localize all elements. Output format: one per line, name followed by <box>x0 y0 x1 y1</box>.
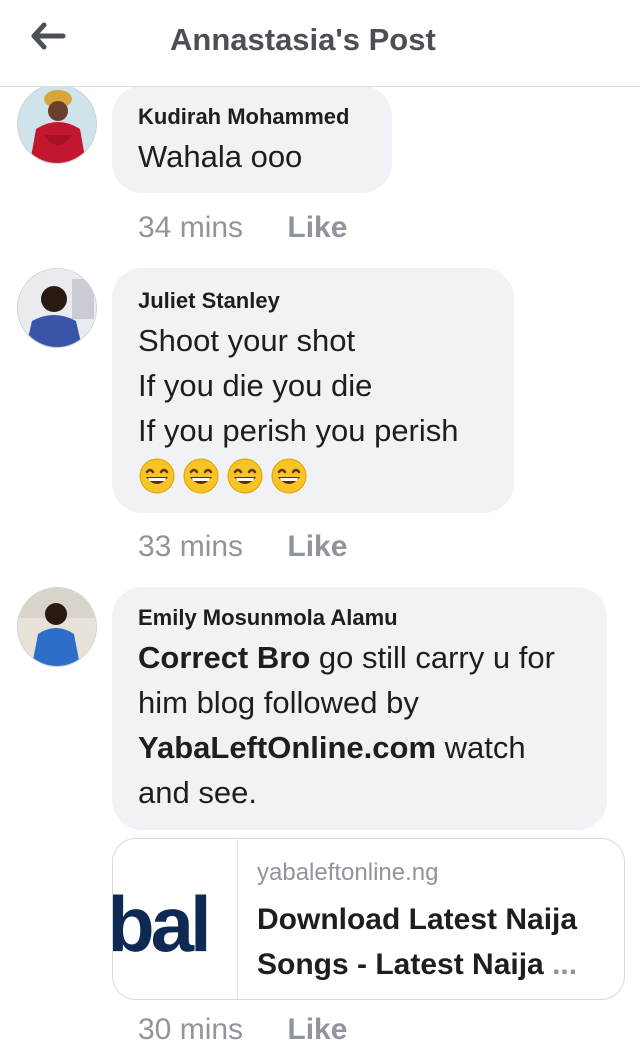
page-title: Annastasia's Post <box>170 22 436 57</box>
comment-bubble[interactable]: Juliet Stanley Shoot your shot If you di… <box>112 268 514 513</box>
like-button[interactable]: Like <box>287 530 347 563</box>
comment-bubble[interactable]: Kudirah Mohammed Wahala ooo <box>112 86 392 193</box>
comment-bubble[interactable]: Emily Mosunmola Alamu Correct Bro go sti… <box>112 587 607 830</box>
avatar[interactable] <box>17 268 97 348</box>
link-title-line: Download Latest Naija <box>257 903 578 936</box>
comment-text: watch <box>436 730 526 765</box>
comment-meta: 33 mins Like <box>138 530 347 564</box>
comment-time[interactable]: 33 mins <box>138 530 243 563</box>
back-button[interactable] <box>22 14 74 58</box>
link-title-text: Songs - Latest Naija <box>257 948 544 981</box>
avatar[interactable] <box>17 587 97 667</box>
grinning-face-icon <box>271 458 307 494</box>
comment-text-line: Shoot your shot <box>138 323 356 358</box>
grinning-face-icon <box>227 458 263 494</box>
link-domain: yabaleftonline.ng <box>257 859 439 886</box>
comment-text-line: Correct Bro go still carry u for <box>138 635 581 680</box>
comment-author[interactable]: Kudirah Mohammed <box>138 104 366 130</box>
comment-text-line: If you perish you perish <box>138 413 459 448</box>
arrow-left-icon <box>31 22 66 50</box>
link-title: Download Latest Naija Songs - Latest Nai… <box>257 897 607 987</box>
avatar-image <box>18 269 96 347</box>
comment-text: go still carry u for <box>310 640 555 675</box>
bold-text: Correct Bro <box>138 640 311 675</box>
like-button[interactable]: Like <box>287 211 347 244</box>
comment-text-line: and see. <box>138 775 257 810</box>
comment-text-line: him blog followed by <box>138 685 419 720</box>
avatar-image <box>18 588 96 666</box>
comment-time[interactable]: 34 mins <box>138 211 243 244</box>
like-button[interactable]: Like <box>287 1013 347 1046</box>
comment-text-line: If you die you die <box>138 368 373 403</box>
grinning-face-icon <box>183 458 219 494</box>
comment-author[interactable]: Emily Mosunmola Alamu <box>138 605 581 631</box>
comment-text-line: YabaLeftOnline.com watch <box>138 725 581 770</box>
comment-meta: 30 mins Like <box>138 1013 347 1047</box>
link-thumbnail: bal <box>113 839 238 999</box>
comment-time[interactable]: 30 mins <box>138 1013 243 1046</box>
comment-meta: 34 mins Like <box>138 211 347 245</box>
link-title-line: Songs - Latest Naija ... <box>257 942 607 987</box>
emoji-row <box>138 457 488 495</box>
ellipsis: ... <box>552 948 578 981</box>
avatar-image <box>18 85 96 163</box>
thumbnail-logo-text: bal <box>113 880 212 968</box>
link-preview-card[interactable]: bal yabaleftonline.ng Download Latest Na… <box>112 838 625 1000</box>
comment-author[interactable]: Juliet Stanley <box>138 288 488 314</box>
app-header: Annastasia's Post <box>0 0 640 87</box>
link-text[interactable]: YabaLeftOnline.com <box>138 730 436 765</box>
avatar[interactable] <box>17 84 97 164</box>
grinning-face-icon <box>139 458 175 494</box>
comment-text: Wahala ooo <box>138 139 303 174</box>
